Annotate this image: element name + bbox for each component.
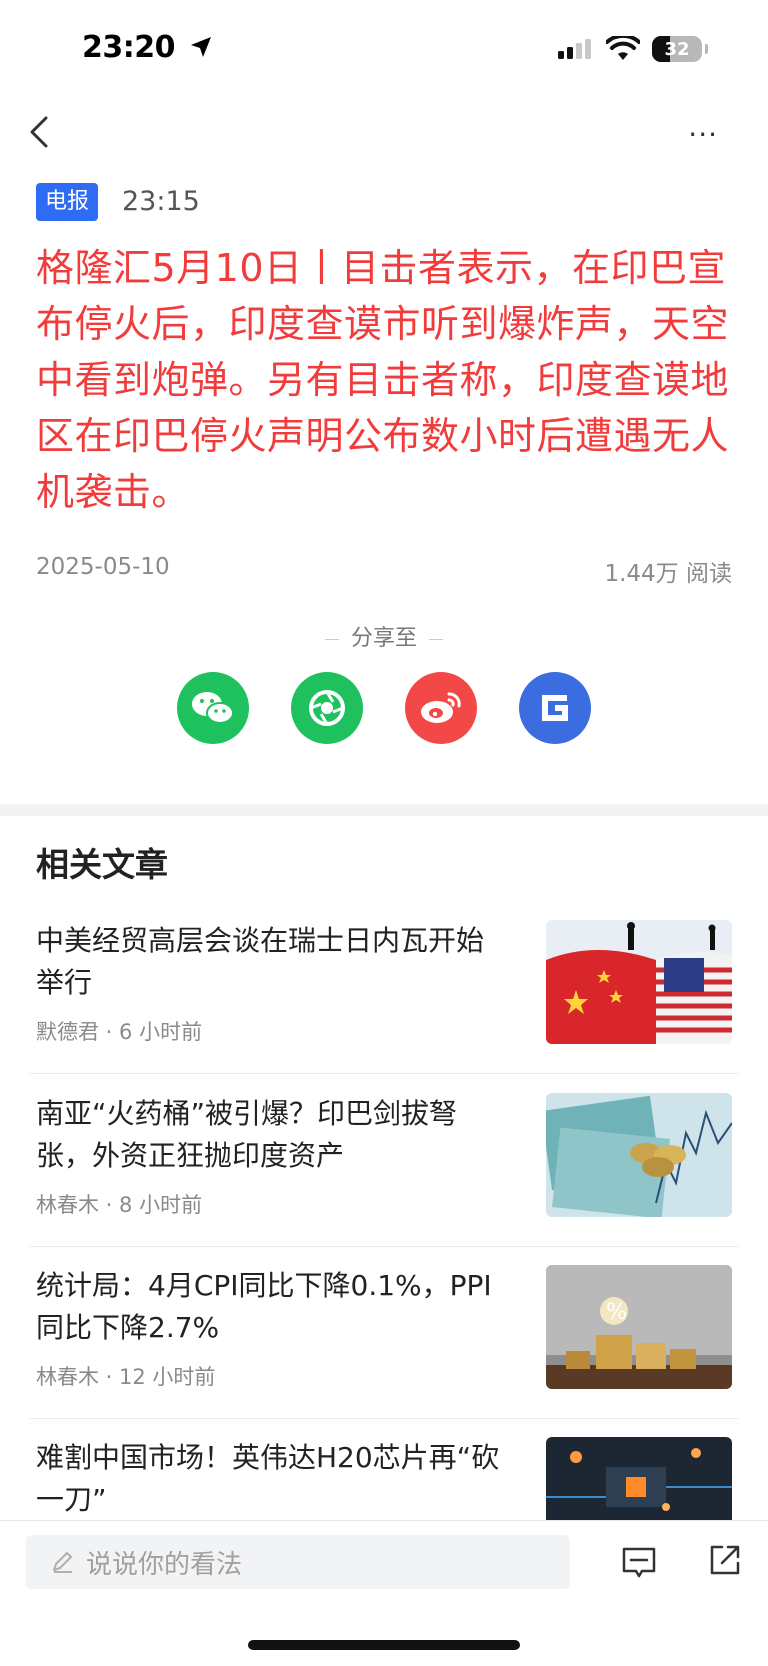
related-article-title: 难割中国市场！英伟达H20芯片再“砍一刀” — [36, 1441, 500, 1516]
battery-icon: 32 — [652, 36, 708, 62]
article-separator — [30, 1073, 738, 1074]
svg-text:%: % — [606, 1300, 627, 1325]
article-date: 2025-05-10 — [36, 554, 170, 580]
home-indicator — [248, 1640, 520, 1650]
related-article[interactable]: 中美经贸高层会谈在瑞士日内瓦开始举行 默德君 · 6 小时前 — [36, 920, 732, 1093]
more-button[interactable]: ··· — [688, 118, 718, 151]
share-row — [0, 672, 768, 744]
publish-time: 23:15 — [122, 186, 200, 217]
share-icon — [710, 1545, 740, 1575]
telegraph-tag: 电报 — [36, 183, 99, 221]
related-article[interactable]: 难割中国市场！英伟达H20芯片再“砍一刀” — [36, 1437, 732, 1520]
back-button[interactable] — [26, 112, 56, 152]
related-article-thumbnail — [546, 1093, 732, 1217]
share-wechat-button[interactable] — [177, 672, 249, 744]
wechat-icon — [192, 692, 234, 724]
share-weibo-button[interactable] — [405, 672, 477, 744]
related-articles-title: 相关文章 — [36, 845, 168, 884]
read-count: 1.44万 阅读 — [604, 561, 732, 587]
comment-placeholder: 说说你的看法 — [86, 1549, 243, 1580]
article-headline: 格隆汇5月10日丨目击者表示，在印巴宣布停火后，印度查谟市听到爆炸声，天空中看到… — [36, 246, 730, 514]
pencil-icon — [53, 1552, 72, 1573]
status-indicators: 32 — [558, 36, 708, 62]
article-separator — [30, 1246, 738, 1247]
share-moments-button[interactable] — [291, 672, 363, 744]
comments-button[interactable] — [620, 1543, 658, 1585]
article-separator — [30, 1418, 738, 1419]
location-arrow-icon — [190, 37, 211, 57]
related-article-thumbnail — [546, 1437, 732, 1520]
related-article-title: 南亚“火药桶”被引爆？印巴剑拔弩张，外资正狂抛印度资产 — [36, 1097, 458, 1172]
related-article-thumbnail: % — [546, 1265, 732, 1389]
moments-icon — [309, 690, 345, 726]
status-time: 23:20 — [82, 30, 213, 65]
related-article-thumbnail — [546, 920, 732, 1044]
wifi-icon — [606, 36, 640, 60]
weibo-icon — [421, 692, 461, 723]
comment-input[interactable]: 说说你的看法 — [26, 1535, 570, 1589]
related-article-title: 中美经贸高层会谈在瑞士日内瓦开始举行 — [36, 924, 485, 999]
related-article[interactable]: 南亚“火药桶”被引爆？印巴剑拔弩张，外资正狂抛印度资产 林春木 · 8 小时前 — [36, 1093, 732, 1266]
cellular-signal-icon — [558, 39, 591, 59]
chevron-left-icon — [30, 116, 48, 148]
share-gelonghui-button[interactable] — [519, 672, 591, 744]
gelonghui-icon — [542, 695, 568, 721]
share-button[interactable] — [706, 1541, 744, 1583]
related-article[interactable]: 统计局：4月CPI同比下降0.1%，PPI同比下降2.7% 林春木 · 12 小… — [36, 1265, 732, 1438]
related-article-meta: 林春木 · 8 小时前 — [36, 1193, 203, 1217]
share-label: 分享至 — [0, 620, 768, 652]
related-article-meta: 林春木 · 12 小时前 — [36, 1365, 216, 1389]
related-article-meta: 默德君 · 6 小时前 — [36, 1020, 203, 1044]
related-article-title: 统计局：4月CPI同比下降0.1%，PPI同比下降2.7% — [36, 1269, 492, 1344]
comment-icon — [622, 1547, 656, 1578]
section-divider — [0, 804, 768, 816]
